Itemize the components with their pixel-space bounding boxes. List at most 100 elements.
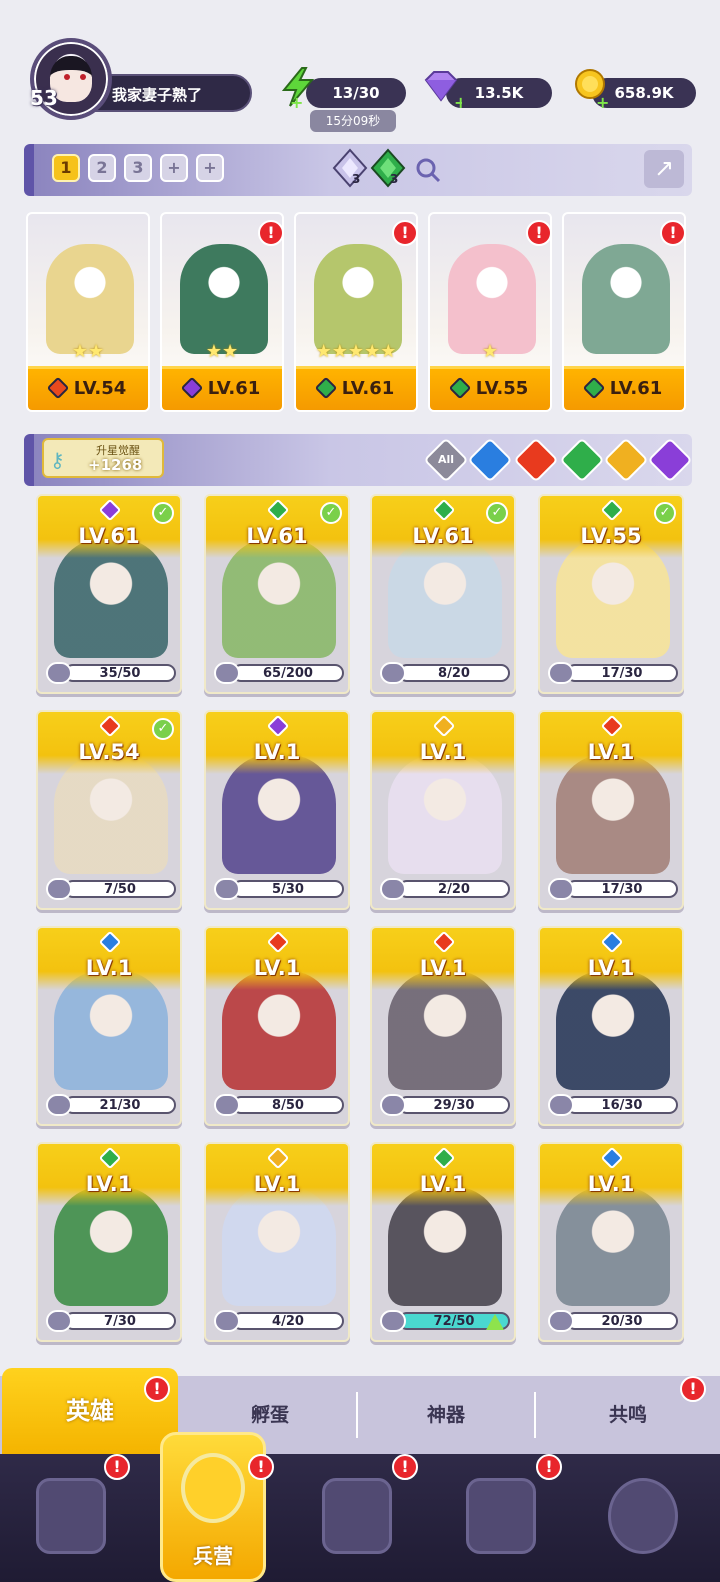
emerald-icon[interactable]	[368, 148, 408, 190]
element-icon	[314, 376, 338, 400]
team-tab-3[interactable]: 3	[124, 154, 152, 182]
shard-icon	[548, 662, 574, 684]
hero-level: LV.61	[207, 378, 261, 399]
shard-icon	[548, 1094, 574, 1116]
hero-card[interactable]: LV.55 17/30 ✓	[538, 494, 684, 694]
hero-level: LV.61	[341, 378, 395, 399]
shard-icon	[46, 1310, 72, 1332]
hero-card[interactable]: LV.1 7/30	[36, 1142, 182, 1342]
hero-card[interactable]: LV.1 20/30	[538, 1142, 684, 1342]
tab-artifacts[interactable]: 神器	[358, 1376, 534, 1454]
guild-nav-icon[interactable]	[608, 1478, 678, 1554]
hero-portrait	[46, 244, 134, 354]
energy-timer: 15分09秒	[310, 110, 396, 132]
cards-nav-icon[interactable]	[36, 1478, 106, 1554]
map-nav-icon[interactable]	[322, 1478, 392, 1554]
hero-level-bar: LV.61	[564, 366, 684, 410]
hero-level: LV.55	[475, 378, 529, 399]
shard-progress: 7/30	[64, 1312, 176, 1330]
hero-level: LV.1	[85, 1172, 133, 1196]
shard-icon	[380, 1094, 406, 1116]
star-rating: ★	[481, 341, 499, 362]
hero-level: LV.1	[587, 956, 635, 980]
hero-level: LV.1	[587, 1172, 635, 1196]
hero-card[interactable]: LV.61 35/50 ✓	[36, 494, 182, 694]
energy-counter[interactable]: 13/30	[306, 78, 406, 108]
hero-card[interactable]: LV.1 21/30	[36, 926, 182, 1126]
svg-text:+: +	[290, 93, 303, 108]
hero-level: LV.1	[253, 740, 301, 764]
shard-progress: 17/30	[566, 664, 678, 682]
hero-level: LV.1	[253, 956, 301, 980]
hero-level: LV.1	[419, 740, 467, 764]
hero-level: LV.61	[412, 524, 474, 548]
star-rating: ★★	[71, 341, 105, 362]
shard-progress: 35/50	[64, 664, 176, 682]
shard-icon	[214, 878, 240, 900]
search-icon[interactable]	[414, 156, 442, 184]
shard-progress: 8/20	[398, 664, 510, 682]
gold-coin-icon: +	[575, 69, 609, 108]
hero-card[interactable]: LV.1 29/30	[370, 926, 516, 1126]
barracks-nav-button[interactable]: 兵营	[160, 1432, 266, 1582]
svg-text:+: +	[596, 93, 609, 108]
hero-card[interactable]: LV.1 8/50	[204, 926, 350, 1126]
shard-progress: 17/30	[566, 880, 678, 898]
team-hero-card[interactable]: ★★ LV.54	[26, 212, 150, 412]
hero-level: LV.1	[253, 1172, 301, 1196]
hero-level-bar: LV.54	[28, 366, 148, 410]
shard-progress: 65/200	[232, 664, 344, 682]
hero-level-bar: LV.55	[430, 366, 550, 410]
shard-icon	[46, 662, 72, 684]
team-add-tab[interactable]: +	[160, 154, 188, 182]
team-tab-1[interactable]: 1	[52, 154, 80, 182]
check-icon: ✓	[320, 502, 342, 524]
hero-portrait	[582, 244, 670, 354]
hero-card[interactable]: LV.61 8/20 ✓	[370, 494, 516, 694]
hero-card[interactable]: LV.1 5/30	[204, 710, 350, 910]
shard-icon	[380, 1310, 406, 1332]
awaken-value: +1268	[88, 456, 143, 474]
crystal-icon[interactable]	[330, 148, 370, 190]
alert-icon: !	[680, 1376, 706, 1402]
hero-level-bar: LV.61	[162, 366, 282, 410]
barracks-label: 兵营	[193, 1544, 233, 1568]
hero-level: LV.54	[78, 740, 140, 764]
castle-nav-icon[interactable]	[466, 1478, 536, 1554]
shard-icon	[214, 1310, 240, 1332]
team-add-tab[interactable]: +	[196, 154, 224, 182]
shard-icon	[548, 1310, 574, 1332]
shard-progress: 7/50	[64, 880, 176, 898]
element-icon	[448, 376, 472, 400]
shard-progress: 20/30	[566, 1312, 678, 1330]
hero-card[interactable]: LV.1 72/50	[370, 1142, 516, 1342]
awaken-button[interactable]: ⚷ 升星觉醒 +1268	[42, 438, 164, 478]
hero-card[interactable]: LV.1 16/30	[538, 926, 684, 1126]
hero-level: LV.1	[85, 956, 133, 980]
star-rating: ★★★★★	[315, 341, 397, 362]
shard-icon	[214, 662, 240, 684]
hero-level: LV.54	[73, 378, 127, 399]
alert-icon: !	[392, 220, 418, 246]
alert-icon: !	[104, 1454, 130, 1480]
shard-progress: 5/30	[232, 880, 344, 898]
filter-label: All	[437, 453, 455, 466]
player-level: 53	[30, 86, 58, 110]
hero-card[interactable]: LV.1 4/20	[204, 1142, 350, 1342]
shard-icon	[46, 878, 72, 900]
shard-icon	[380, 662, 406, 684]
hero-card[interactable]: LV.1 17/30	[538, 710, 684, 910]
team-tab-2[interactable]: 2	[88, 154, 116, 182]
alert-icon: !	[144, 1376, 170, 1402]
key-icon: ⚷	[50, 448, 65, 472]
hero-card[interactable]: LV.61 65/200 ✓	[204, 494, 350, 694]
check-icon: ✓	[152, 718, 174, 740]
hero-card[interactable]: LV.1 2/20	[370, 710, 516, 910]
gem-icon: +	[424, 71, 462, 108]
shard-icon	[46, 1094, 72, 1116]
hero-card[interactable]: LV.54 7/50 ✓	[36, 710, 182, 910]
share-icon[interactable]: ↗	[644, 150, 684, 188]
element-icon	[582, 376, 606, 400]
shard-icon	[548, 878, 574, 900]
hero-level: LV.61	[78, 524, 140, 548]
